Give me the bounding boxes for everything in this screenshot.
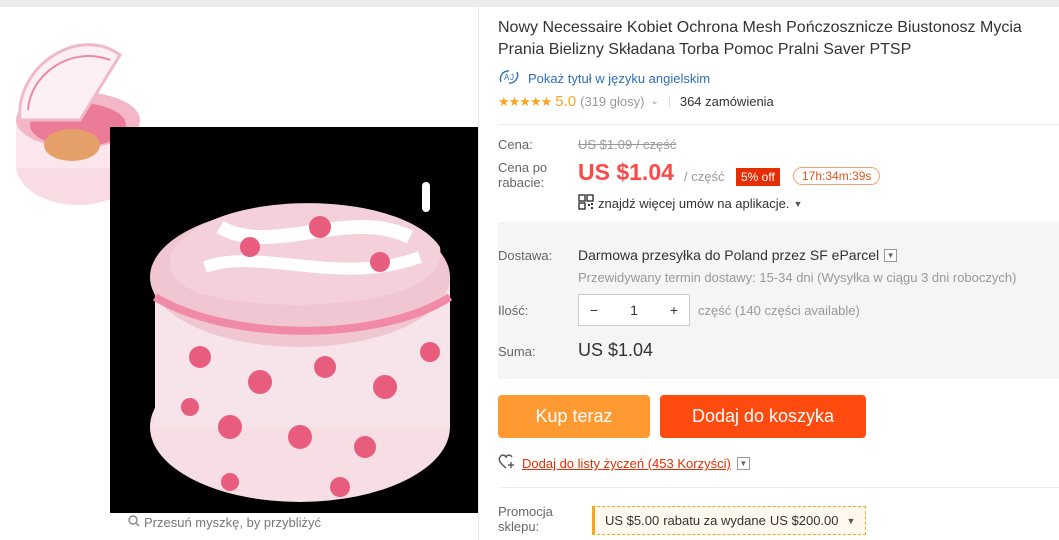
coupon-amount: US $5.00 — [605, 513, 660, 528]
caret-down-icon: ▼ — [793, 198, 803, 209]
quantity-decrement-button[interactable]: − — [579, 302, 609, 318]
discount-badge: 5% off — [736, 168, 780, 186]
chevron-down-icon[interactable]: ⌄ — [650, 96, 658, 107]
price-label: Cena: — [498, 137, 533, 152]
zoom-hint-text: Przesuń myszkę, by przybliżyć — [144, 515, 321, 530]
svg-text:J: J — [510, 73, 514, 82]
top-bar — [0, 0, 1059, 7]
rating-row: ★★★★★ 5.0 (319 głosy) ⌄ 364 zamówienia — [498, 93, 774, 110]
heart-plus-icon[interactable] — [498, 454, 516, 473]
product-info: Nowy Necessaire Kobiet Ochrona Mesh Pońc… — [498, 7, 1059, 540]
total-label: Suma: — [498, 344, 536, 359]
zoom-hint: Przesuń myszkę, by przybliżyć — [128, 515, 321, 530]
quantity-increment-button[interactable]: + — [659, 302, 689, 318]
translate-icon: AJ — [498, 69, 520, 88]
quantity-input[interactable]: 1 — [619, 302, 649, 318]
store-promotion-label-line1: Promocja — [498, 504, 553, 519]
price-unit: / część — [684, 169, 725, 184]
chevron-down-icon[interactable]: ▼ — [884, 248, 898, 262]
total-price: US $1.04 — [578, 340, 654, 360]
delivery-estimate: Przewidywany termin dostawy: 15-34 dni (… — [578, 270, 1017, 285]
divider — [498, 124, 1059, 125]
product-gallery: Przesuń myszkę, by przybliżyć — [0, 7, 478, 540]
store-promotion-label: Promocja sklepu: — [498, 504, 553, 534]
order-count: 364 zamówienia — [679, 94, 774, 109]
search-icon — [128, 515, 140, 530]
original-price: US $1.09 / część — [578, 137, 677, 152]
wishlist-row: Dodaj do listy życzeń (453 Korzyści) ▼ — [498, 454, 750, 473]
rating-value: 5.0 — [555, 93, 577, 110]
quantity-stepper: − 1 + — [578, 294, 690, 326]
coupon-middle-text: rabatu za wydane — [663, 513, 766, 528]
shipping-label: Dostawa: — [498, 248, 553, 263]
rating-stars: ★★★★★ — [498, 93, 552, 109]
qr-code-icon — [578, 194, 594, 213]
caret-down-icon: ▼ — [846, 515, 856, 526]
store-coupon[interactable]: US $5.00 rabatu za wydane US $200.00 ▼ — [592, 506, 867, 535]
divider — [498, 487, 1059, 488]
translate-title-link[interactable]: AJ Pokaż tytuł w języku angielskim — [498, 69, 710, 88]
divider — [478, 7, 479, 540]
discount-price-label-1: Cena po — [498, 160, 548, 175]
coupon-threshold: US $200.00 — [769, 513, 839, 528]
app-deals-link[interactable]: znajdź więcej umów na aplikacje. ▼ — [578, 194, 802, 213]
rating-votes[interactable]: (319 głosy) — [580, 94, 644, 109]
add-to-wishlist-link[interactable]: Dodaj do listy życzeń (453 Korzyści) — [522, 456, 731, 471]
shipping-option[interactable]: Darmowa przesyłka do Poland przez SF ePa… — [578, 247, 898, 263]
countdown-timer: 17h:34m:39s — [793, 167, 881, 185]
store-promotion-label-line2: sklepu: — [498, 519, 540, 534]
chevron-down-icon[interactable]: ▼ — [736, 457, 750, 470]
add-to-cart-button[interactable]: Dodaj do koszyka — [660, 395, 866, 438]
shipping-text: Darmowa przesyłka do Poland przez SF ePa… — [578, 247, 880, 263]
buy-now-button[interactable]: Kup teraz — [498, 395, 650, 438]
divider — [668, 95, 670, 108]
app-deals-text: znajdź więcej umów na aplikacje. — [598, 196, 790, 211]
discount-price-label-2: rabacie: — [498, 175, 545, 190]
product-title: Nowy Necessaire Kobiet Ochrona Mesh Pońc… — [498, 19, 1022, 58]
translate-label: Pokaż tytuł w języku angielskim — [528, 71, 711, 86]
quantity-available: część (140 części available) — [698, 303, 860, 318]
current-price: US $1.04 — [578, 159, 674, 185]
product-main-image[interactable] — [110, 127, 478, 513]
quantity-label: Ilość: — [498, 303, 529, 318]
